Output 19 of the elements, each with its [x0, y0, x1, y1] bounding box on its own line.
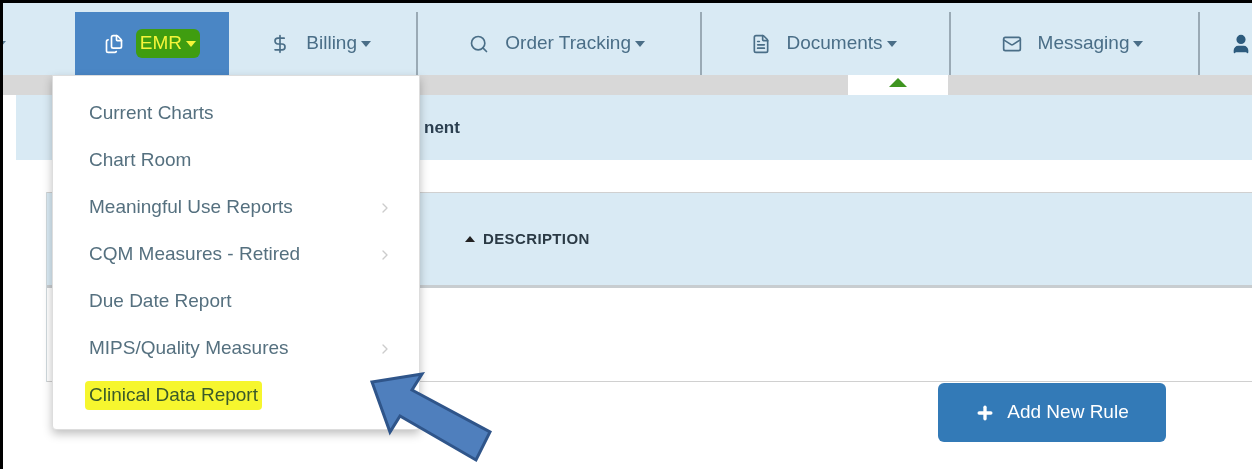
caret-icon [635, 40, 645, 47]
menu-item[interactable]: Due Date Report [53, 278, 240, 325]
menu-item[interactable]: Meaningful Use Reports [53, 184, 419, 231]
caret-icon [361, 40, 371, 47]
column-header[interactable]: DESCRIPTION [465, 227, 590, 251]
up-triangle-icon [889, 78, 907, 87]
search-icon [469, 33, 490, 54]
nav-menu-item[interactable]: EMR [74, 12, 230, 75]
caret-icon [886, 40, 897, 47]
menu-item[interactable]: Chart Room [53, 137, 200, 184]
files-icon [103, 33, 124, 54]
caret-icon [1133, 40, 1144, 47]
panel-title: nent [424, 116, 460, 139]
caret-icon [186, 40, 196, 47]
add-new-rule-button[interactable]: Add New Rule [938, 383, 1166, 442]
menu-item[interactable]: CQM Measures - Retired [53, 231, 419, 278]
menu-item[interactable]: MIPS/Quality Measures [53, 325, 419, 372]
caret-icon [0, 40, 6, 47]
menu-item[interactable]: Current Charts [53, 90, 222, 137]
